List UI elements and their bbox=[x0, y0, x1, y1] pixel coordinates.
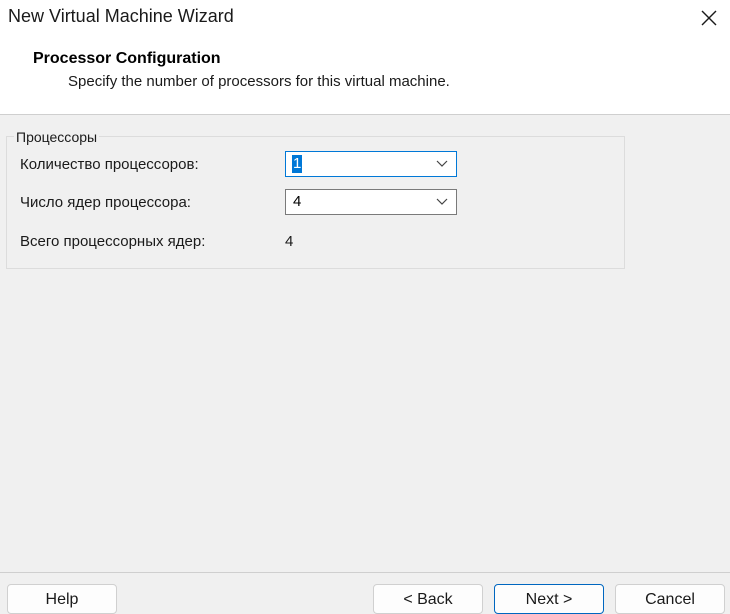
cores-per-processor-value: 4 bbox=[293, 193, 302, 210]
total-cores-value: 4 bbox=[285, 233, 294, 250]
processor-count-value: 1 bbox=[292, 155, 303, 173]
window-title: New Virtual Machine Wizard bbox=[8, 6, 234, 26]
page-subtitle: Specify the number of processors for thi… bbox=[68, 73, 450, 90]
processor-count-select[interactable]: 1 bbox=[285, 151, 457, 177]
cancel-button[interactable]: Cancel bbox=[615, 584, 725, 614]
page-title: Processor Configuration bbox=[33, 50, 221, 67]
processor-count-label: Количество процессоров: bbox=[20, 156, 199, 173]
cores-per-processor-label: Число ядер процессора: bbox=[20, 194, 191, 211]
cores-per-processor-select[interactable]: 4 bbox=[285, 189, 457, 215]
back-button[interactable]: < Back bbox=[373, 584, 483, 614]
wizard-content: Процессоры Количество процессоров: 1 Чис… bbox=[0, 115, 730, 572]
chevron-down-icon bbox=[436, 198, 448, 205]
title-bar: New Virtual Machine Wizard bbox=[0, 0, 730, 36]
chevron-down-icon bbox=[436, 160, 448, 167]
processors-group-legend: Процессоры bbox=[14, 129, 100, 145]
close-icon bbox=[701, 10, 717, 26]
next-button[interactable]: Next > bbox=[494, 584, 604, 614]
total-cores-label: Всего процессорных ядер: bbox=[20, 233, 206, 250]
help-button[interactable]: Help bbox=[7, 584, 117, 614]
wizard-footer: Help < Back Next > Cancel bbox=[0, 572, 730, 614]
wizard-header: Processor Configuration Specify the numb… bbox=[0, 36, 730, 115]
close-button[interactable] bbox=[684, 0, 730, 36]
